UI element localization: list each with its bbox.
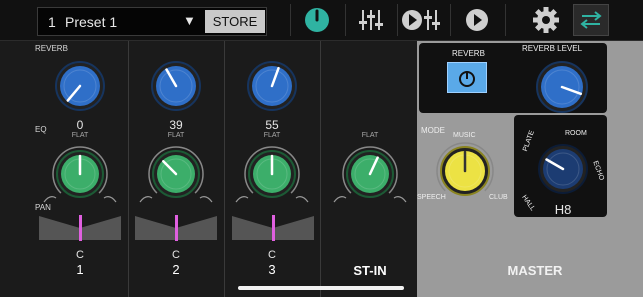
power-button[interactable]	[296, 2, 337, 38]
channel-strips: REVERB EQ PAN 0 39 55 FLAT FLAT FLAT FLA…	[0, 41, 417, 297]
eq-knob-st-in[interactable]	[332, 136, 408, 206]
pan-slider-ch3[interactable]	[232, 215, 314, 241]
eq-knob-ch3[interactable]	[234, 136, 310, 206]
type-option-room: ROOM	[565, 130, 587, 137]
channel-number-ch2: 2	[172, 262, 180, 277]
swap-arrows-icon	[580, 11, 602, 29]
home-indicator	[238, 286, 404, 290]
reverb-type-value: H8	[554, 202, 572, 217]
reverb-value-ch1: 0	[76, 118, 84, 132]
toolbar-divider	[450, 4, 451, 36]
master-title: MASTER	[507, 263, 563, 278]
preset-selector[interactable]: 1 Preset 1 ▼ STORE	[37, 7, 267, 36]
toolbar-divider	[290, 4, 291, 36]
top-toolbar: 1 Preset 1 ▼ STORE	[0, 0, 643, 41]
channel-number-ch1: 1	[76, 262, 84, 277]
channel-name-ch1: C	[76, 249, 84, 261]
eq-knob-ch2[interactable]	[138, 136, 214, 206]
swap-view-button[interactable]	[573, 4, 609, 36]
play-button[interactable]	[456, 2, 497, 38]
channel-number-ch3: 3	[268, 262, 276, 277]
play-sliders-icon	[402, 10, 440, 30]
sliders-icon	[358, 10, 383, 30]
preset-name: Preset 1	[65, 14, 118, 30]
reverb-knob-ch2[interactable]	[146, 56, 206, 116]
channel-name-ch3: C	[268, 249, 276, 261]
chevron-down-icon[interactable]: ▼	[183, 13, 196, 28]
master-reverb-label: REVERB	[452, 49, 485, 58]
channel-name-ch2: C	[172, 249, 180, 261]
mode-knob[interactable]	[430, 138, 500, 198]
eq-knob-ch1[interactable]	[42, 136, 118, 206]
reverb-knob-ch1[interactable]	[50, 56, 110, 116]
reverb-level-label: REVERB LEVEL	[522, 44, 583, 53]
reverb-level-knob[interactable]	[531, 56, 593, 118]
reverb-label: REVERB	[35, 44, 68, 53]
reverb-value-ch2: 39	[169, 118, 183, 132]
reverb-type-knob[interactable]	[533, 139, 593, 199]
settings-button[interactable]	[525, 2, 566, 38]
power-icon	[459, 70, 475, 87]
pan-slider-ch1[interactable]	[39, 215, 121, 241]
play-mixer-button[interactable]	[400, 2, 441, 38]
power-icon	[304, 8, 329, 32]
toolbar-divider	[397, 4, 398, 36]
master-reverb-power-button[interactable]	[447, 62, 487, 93]
stereo-in-label: ST-IN	[353, 263, 387, 278]
gear-icon	[532, 7, 559, 33]
master-section: REVERB REVERB LEVEL 89 MODE MUSIC SPEECH…	[417, 41, 643, 297]
toolbar-divider	[505, 4, 506, 36]
mixer-view-button[interactable]	[350, 2, 391, 38]
store-button[interactable]: STORE	[205, 10, 265, 33]
pan-slider-ch2[interactable]	[135, 215, 217, 241]
play-icon	[465, 9, 488, 31]
toolbar-divider	[345, 4, 346, 36]
preset-number: 1	[48, 14, 56, 30]
reverb-value-ch3: 55	[265, 118, 279, 132]
mode-label: MODE	[421, 126, 445, 135]
eq-label: EQ	[35, 125, 47, 134]
reverb-knob-ch3[interactable]	[242, 56, 302, 116]
